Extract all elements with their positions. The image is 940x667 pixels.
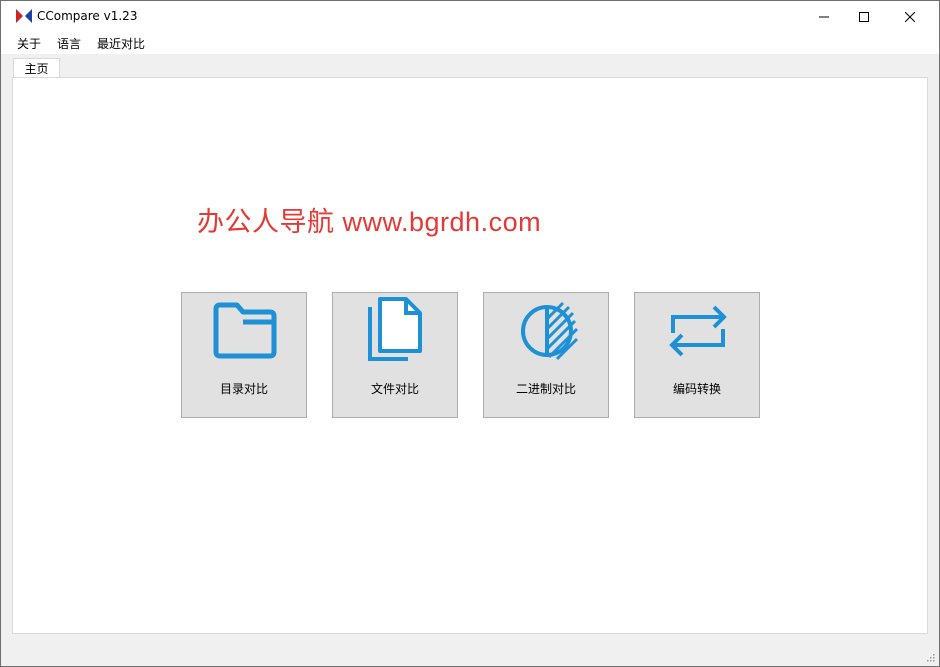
app-window: CCompare v1.23 关于 语言 最近对比 主页 办公人导航 www.b… xyxy=(0,0,940,667)
maximize-icon xyxy=(859,11,869,22)
menu-about[interactable]: 关于 xyxy=(17,35,41,52)
window-title: CCompare v1.23 xyxy=(37,9,138,23)
tab-strip: 主页 xyxy=(1,54,939,79)
tile-label: 二进制对比 xyxy=(515,382,576,396)
binary-compare-button[interactable]: 二进制对比 xyxy=(483,292,609,418)
menu-bar: 关于 语言 最近对比 xyxy=(1,32,939,54)
tile-label: 编码转换 xyxy=(672,382,721,396)
folder-icon xyxy=(213,302,277,359)
app-logo-icon xyxy=(16,9,32,23)
file-compare-button[interactable]: 文件对比 xyxy=(332,292,458,418)
resize-grip-icon[interactable] xyxy=(925,652,935,662)
tab-home[interactable]: 主页 xyxy=(13,58,60,79)
menu-language[interactable]: 语言 xyxy=(57,35,81,52)
convert-arrows-icon xyxy=(669,305,727,357)
watermark-text: 办公人导航 www.bgrdh.com xyxy=(197,207,542,237)
maximize-button[interactable] xyxy=(841,1,887,32)
tile-label: 目录对比 xyxy=(219,382,268,396)
files-icon xyxy=(368,297,422,361)
encoding-convert-button[interactable]: 编码转换 xyxy=(634,292,760,418)
status-bar xyxy=(1,635,939,666)
title-bar[interactable]: CCompare v1.23 xyxy=(1,1,939,32)
close-icon xyxy=(905,11,915,22)
home-panel xyxy=(12,77,928,634)
menu-recent-compare[interactable]: 最近对比 xyxy=(97,35,145,52)
binary-circle-icon xyxy=(521,301,579,361)
tile-label: 文件对比 xyxy=(370,382,419,396)
close-button[interactable] xyxy=(887,1,933,32)
directory-compare-button[interactable]: 目录对比 xyxy=(181,292,307,418)
minimize-icon xyxy=(819,16,829,17)
